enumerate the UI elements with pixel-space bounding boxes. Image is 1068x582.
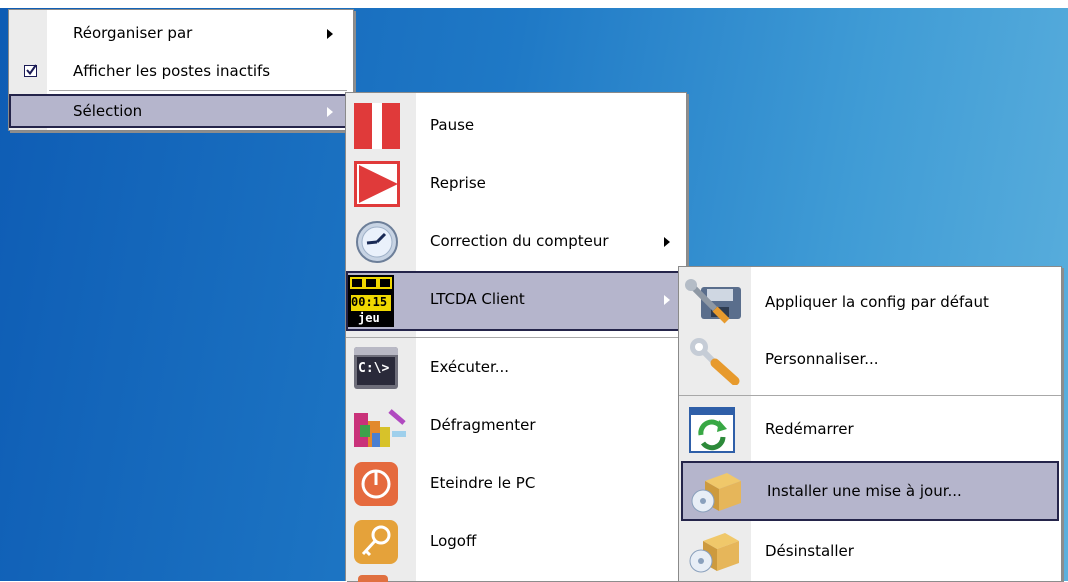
menu-item-ltcda-client[interactable]: 00:15 jeu LTCDA Client (346, 271, 686, 331)
clock-icon (356, 221, 398, 263)
menu-item-desinstaller[interactable]: Désinstaller (679, 521, 1061, 579)
key-icon (354, 520, 398, 564)
config-icon (685, 279, 741, 324)
menu-item-redemarrer[interactable]: Redémarrer (679, 401, 1061, 459)
checkbox-checked-icon (24, 64, 37, 77)
submenu-arrow-icon (327, 29, 333, 39)
menu-item-executer[interactable]: C:\> Exécuter... (346, 339, 686, 397)
menu-item-label: Eteindre le PC (430, 474, 536, 492)
top-strip (0, 0, 1068, 8)
context-menu-ltcda: Appliquer la config par défaut Personnal… (678, 266, 1062, 581)
menu-item-pause[interactable]: Pause (346, 97, 686, 155)
submenu-arrow-icon (664, 237, 670, 247)
power-icon (354, 462, 398, 506)
menu-item-label: Personnaliser... (765, 350, 879, 368)
menu-item-afficher-inactifs[interactable]: Afficher les postes inactifs (9, 54, 353, 88)
menu-item-appliquer-config[interactable]: Appliquer la config par défaut (679, 271, 1061, 331)
restart-icon (689, 407, 735, 453)
menu-separator (49, 90, 347, 91)
wrench-icon (690, 338, 740, 385)
menu-separator (679, 395, 1061, 396)
uninstall-icon (689, 533, 739, 573)
menu-item-label: Défragmenter (430, 416, 536, 434)
prompt-text: C:\> (358, 361, 390, 376)
command-prompt-icon: C:\> (354, 347, 398, 389)
menu-item-label: LTCDA Client (430, 290, 525, 308)
menu-item-personnaliser[interactable]: Personnaliser... (679, 331, 1061, 389)
pause-icon (354, 103, 400, 149)
menu-item-label: Installer une mise à jour... (767, 482, 962, 500)
menu-item-defragmenter[interactable]: Défragmenter (346, 397, 686, 455)
menu-item-correction-compteur[interactable]: Correction du compteur (346, 213, 686, 271)
menu-item-logoff[interactable]: Logoff (346, 513, 686, 571)
menu-item-label: Sélection (73, 102, 143, 120)
menu-item-label: Correction du compteur (430, 232, 609, 250)
menu-item-label: Logoff (430, 532, 477, 550)
menu-item-label: Réorganiser par (73, 24, 193, 42)
menu-item-reprise[interactable]: Reprise (346, 155, 686, 213)
menu-item-label: Appliquer la config par défaut (765, 293, 989, 311)
menu-item-label: Afficher les postes inactifs (73, 62, 271, 80)
menu-item-reorganiser[interactable]: Réorganiser par (9, 16, 353, 50)
logo-jeu-text: jeu (358, 311, 380, 325)
menu-item-eteindre-pc[interactable]: Eteindre le PC (346, 455, 686, 513)
play-icon (354, 161, 400, 207)
menu-item-label: Désinstaller (765, 542, 854, 560)
context-menu-selection: Pause Reprise Correction du compteur 00:… (345, 92, 687, 582)
menu-item-label: Redémarrer (765, 420, 854, 438)
install-icon (691, 473, 741, 513)
menu-item-label: Exécuter... (430, 358, 510, 376)
menu-item-label: Reprise (430, 174, 486, 192)
submenu-arrow-icon (664, 295, 670, 305)
logo-time-text: 00:15 (351, 295, 388, 309)
context-menu-main: Réorganiser par Afficher les postes inac… (8, 9, 354, 131)
submenu-arrow-icon (327, 107, 333, 117)
menu-item-installer-mise-a-jour[interactable]: Installer une mise à jour... (681, 461, 1059, 521)
defrag-icon (354, 409, 406, 447)
menu-item-selection[interactable]: Sélection (9, 94, 353, 128)
menu-item-label: Pause (430, 116, 475, 134)
menu-separator (346, 337, 686, 338)
ltcda-logo-icon: 00:15 jeu (348, 275, 394, 327)
